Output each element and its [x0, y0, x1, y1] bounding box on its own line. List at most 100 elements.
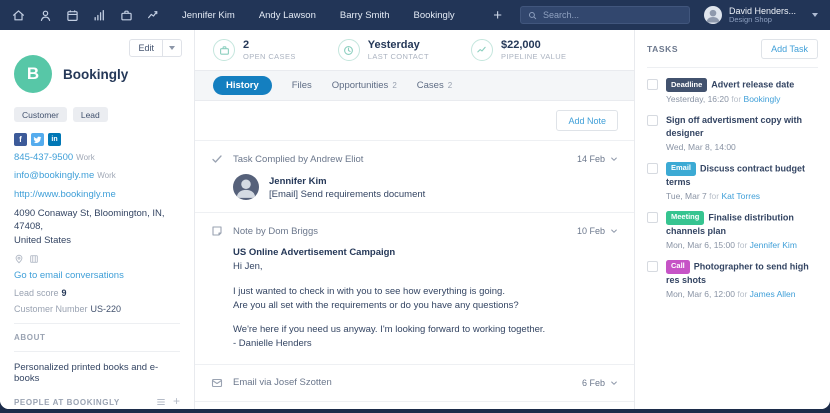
- contact-website-row: http://www.bookingly.me: [14, 189, 180, 201]
- phone-type: Work: [76, 153, 95, 162]
- customer-number-value: US-220: [90, 304, 122, 315]
- task-badge-email: Email: [666, 161, 697, 176]
- location-pin-icon[interactable]: [14, 254, 24, 264]
- edit-label[interactable]: Edit: [130, 40, 162, 56]
- phone-link[interactable]: 845-437-9500: [14, 152, 73, 163]
- task-badge-deadline: Deadline: [666, 78, 708, 92]
- task-checkbox[interactable]: [647, 260, 658, 272]
- customer-number-row: Customer Number US-220: [14, 304, 180, 314]
- task-checkbox[interactable]: [647, 162, 658, 174]
- address-line-1: 4090 Conaway St, Bloomington, IN, 47408,: [14, 208, 165, 233]
- contacts-icon[interactable]: [39, 9, 52, 22]
- contact-sidebar: Edit B Bookingly Customer Lead f in 845-…: [0, 30, 195, 409]
- task-badge-call: Call: [666, 259, 690, 274]
- check-icon: [211, 153, 223, 165]
- stat-value: Yesterday: [367, 39, 420, 51]
- pipeline-trend-icon[interactable]: [147, 9, 160, 22]
- timeline-title: Task Complied by Andrew Eliot: [233, 153, 364, 165]
- nav-tab-jennifer-kim[interactable]: Jennifer Kim: [182, 10, 235, 21]
- stat-last-contact: Yesterday LAST CONTACT: [337, 39, 429, 61]
- facebook-icon[interactable]: f: [14, 133, 27, 146]
- task-text[interactable]: Advert release date: [711, 80, 794, 90]
- add-tab-button[interactable]: +: [489, 8, 506, 23]
- address-line-2: United States: [14, 234, 72, 246]
- task-checkbox[interactable]: [647, 211, 658, 223]
- task-when: Wed, Mar 8, 14:00: [666, 141, 736, 152]
- tab-history[interactable]: History: [213, 76, 272, 96]
- trend-stat-icon: [470, 39, 493, 62]
- tab-count: 2: [392, 81, 397, 91]
- task-related-link[interactable]: James Allen: [750, 289, 796, 299]
- stats-row: 2 OPEN CASES Yesterday LAST CONTACT $22,…: [195, 30, 634, 70]
- divider: [14, 323, 180, 325]
- envelope-icon: [211, 377, 223, 389]
- contact-tags: Customer Lead: [14, 107, 180, 122]
- linkedin-icon[interactable]: in: [48, 133, 61, 146]
- tag-lead[interactable]: Lead: [72, 107, 108, 122]
- tasks-header: TASKS Add Task: [647, 39, 818, 68]
- conversations-row: Go to email conversations: [14, 270, 180, 282]
- task-related-link[interactable]: Bookingly: [744, 94, 781, 104]
- chevron-down-icon: [611, 229, 617, 234]
- task-checkbox[interactable]: [647, 114, 658, 126]
- task-related-link[interactable]: Kat Torres: [721, 191, 760, 201]
- analytics-icon[interactable]: [93, 9, 106, 22]
- add-note-button[interactable]: Add Note: [556, 110, 618, 132]
- nav-tab-barry-smith[interactable]: Barry Smith: [340, 10, 390, 21]
- task-related-link[interactable]: Jennifer Kim: [750, 240, 797, 250]
- stat-label: OPEN CASES: [243, 52, 296, 62]
- home-icon[interactable]: [12, 9, 25, 22]
- user-menu[interactable]: David Henders... Design Shop: [703, 6, 818, 25]
- calendar-icon[interactable]: [66, 9, 79, 22]
- tab-cases[interactable]: Cases 2: [417, 80, 452, 91]
- twitter-icon[interactable]: [31, 133, 44, 146]
- timeline-date-toggle[interactable]: 14 Feb: [577, 154, 618, 164]
- list-view-icon[interactable]: [156, 397, 166, 407]
- task-checkbox[interactable]: [647, 79, 658, 90]
- email-link[interactable]: info@bookingly.me: [14, 170, 94, 181]
- edit-dropdown-toggle[interactable]: [162, 40, 181, 56]
- about-text: Personalized printed books and e-books: [14, 362, 159, 385]
- chevron-down-icon: [611, 381, 617, 385]
- lead-score-row: Lead score 9: [14, 288, 180, 298]
- briefcase-icon[interactable]: [120, 9, 133, 22]
- task-text[interactable]: Sign off advertisment copy with designer: [666, 115, 802, 138]
- contact-name: Bookingly: [63, 66, 129, 82]
- timeline-date-toggle[interactable]: 10 Feb: [577, 226, 618, 236]
- tag-customer[interactable]: Customer: [14, 107, 67, 122]
- note-line: - Danielle Henders: [233, 338, 312, 350]
- timeline-date-toggle[interactable]: 6 Feb: [582, 378, 618, 388]
- chevron-down-icon: [611, 157, 617, 162]
- note-line: Are you all set with the requirements or…: [233, 299, 519, 311]
- website-link[interactable]: http://www.bookingly.me: [14, 189, 116, 200]
- tab-opportunities[interactable]: Opportunities 2: [332, 80, 397, 91]
- nav-tab-bookingly[interactable]: Bookingly: [413, 10, 454, 21]
- email-conversations-link[interactable]: Go to email conversations: [14, 270, 124, 281]
- global-search: [519, 6, 690, 24]
- task-detail: [Email] Send requirements document: [269, 188, 426, 200]
- chevron-down-icon: [169, 46, 175, 50]
- social-links: f in: [14, 133, 180, 146]
- edit-contact-button: Edit: [129, 39, 182, 57]
- tab-files[interactable]: Files: [292, 80, 312, 91]
- search-input[interactable]: [542, 10, 682, 20]
- about-section-title: ABOUT: [14, 333, 46, 343]
- tab-count: 2: [447, 81, 453, 91]
- nav-tab-andy-lawson[interactable]: Andy Lawson: [259, 10, 316, 21]
- task-when: Tue, Mar 7: [666, 190, 707, 201]
- add-task-button[interactable]: Add Task: [761, 39, 818, 59]
- timeline-item-note: Note by Dom Briggs 10 Feb US Online Adve…: [195, 213, 634, 365]
- add-person-icon[interactable]: +: [173, 395, 180, 407]
- chevron-down-icon: [812, 13, 818, 17]
- map-icon[interactable]: [29, 254, 39, 264]
- avatar: [233, 174, 259, 201]
- task-item-advert-release: Deadline Advert release date Yesterday, 1…: [647, 78, 818, 104]
- contact-address: 4090 Conaway St, Bloomington, IN, 47408,…: [14, 207, 180, 247]
- user-org: Design Shop: [728, 14, 772, 24]
- contact-profile: B Bookingly: [14, 55, 180, 93]
- navbar-icon-group: [12, 9, 160, 22]
- cases-stat-icon: [213, 39, 235, 62]
- task-item-photographer-shots: Call Photographer to send high res shots …: [647, 259, 818, 299]
- timeline-item-email: Email via Josef Szotten 6 Feb: [195, 365, 634, 402]
- contact-avatar: B: [14, 55, 52, 93]
